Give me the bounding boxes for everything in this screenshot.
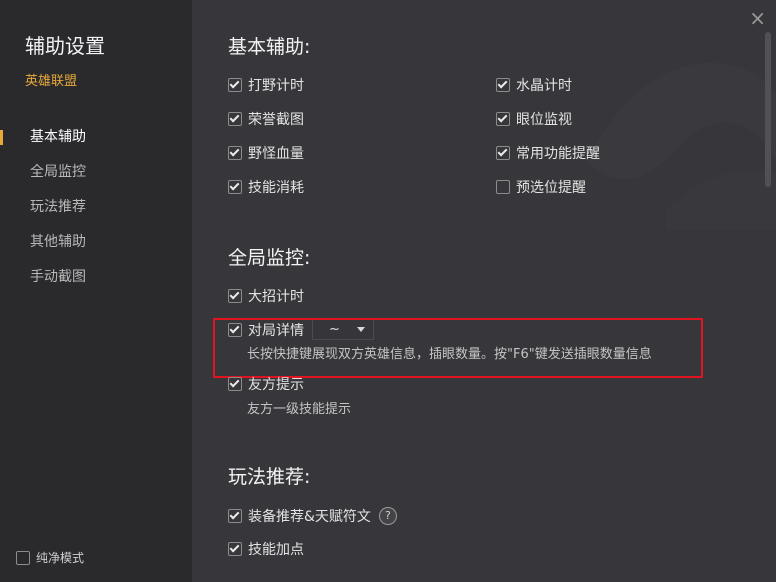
section-title-basic: 基本辅助: — [228, 36, 311, 58]
checkbox[interactable] — [496, 78, 510, 92]
option-label: 水晶计时 — [516, 78, 572, 94]
option-label: 技能消耗 — [248, 180, 304, 196]
option-label: 野怪血量 — [248, 146, 304, 162]
scrollbar[interactable] — [765, 32, 771, 577]
checkbox[interactable] — [228, 112, 242, 126]
sidebar-nav: 基本辅助 全局监控 玩法推荐 其他辅助 手动截图 — [0, 122, 192, 297]
checkbox[interactable] — [228, 78, 242, 92]
sidebar-item-recommend[interactable]: 玩法推荐 — [0, 192, 192, 227]
checkbox[interactable] — [228, 509, 242, 523]
option-jungle-timer[interactable]: 打野计时 — [228, 75, 304, 95]
pure-mode-label: 纯净模式 — [36, 551, 85, 565]
option-gear-runes[interactable]: 装备推荐&天赋符文 ? — [228, 506, 397, 526]
option-common-reminder[interactable]: 常用功能提醒 — [496, 143, 600, 163]
close-button[interactable]: × — [749, 8, 766, 28]
option-crystal-timer[interactable]: 水晶计时 — [496, 75, 572, 95]
option-label: 打野计时 — [248, 78, 304, 94]
background-swirl-icon — [586, 63, 776, 230]
checkbox[interactable] — [228, 377, 242, 391]
option-pick-reminder[interactable]: 预选位提醒 — [496, 177, 586, 197]
checkbox[interactable] — [496, 180, 510, 194]
checkbox[interactable] — [496, 146, 510, 160]
option-label: 友方提示 — [248, 377, 304, 393]
option-skill-cost[interactable]: 技能消耗 — [228, 177, 304, 197]
checkbox[interactable] — [496, 112, 510, 126]
help-icon[interactable]: ? — [378, 507, 397, 525]
sidebar-item-other[interactable]: 其他辅助 — [0, 227, 192, 262]
scrollbar-thumb[interactable] — [765, 32, 771, 187]
pure-mode-option[interactable]: 纯净模式 — [16, 549, 84, 566]
option-skill-points[interactable]: 技能加点 — [228, 539, 304, 559]
ally-hint-description: 友方一级技能提示 — [247, 402, 352, 417]
checkbox[interactable] — [228, 542, 242, 556]
option-label: 荣誉截图 — [248, 112, 304, 128]
highlight-box — [213, 318, 703, 378]
checkbox[interactable] — [228, 180, 242, 194]
settings-window: 辅助设置 英雄联盟 基本辅助 全局监控 玩法推荐 其他辅助 手动截图 纯净模式 … — [0, 0, 776, 582]
option-ally-hint[interactable]: 友方提示 — [228, 374, 304, 394]
sidebar-item-screenshot[interactable]: 手动截图 — [0, 262, 192, 297]
checkbox[interactable] — [228, 289, 242, 303]
option-monster-health[interactable]: 野怪血量 — [228, 143, 304, 163]
section-title-recommend: 玩法推荐: — [228, 466, 311, 488]
option-honor-screenshot[interactable]: 荣誉截图 — [228, 109, 304, 129]
option-ult-timer[interactable]: 大招计时 — [228, 286, 304, 306]
option-label: 装备推荐&天赋符文 — [248, 509, 371, 525]
checkbox[interactable] — [228, 146, 242, 160]
option-label: 常用功能提醒 — [516, 146, 600, 162]
option-label: 大招计时 — [248, 289, 304, 305]
sidebar: 辅助设置 英雄联盟 基本辅助 全局监控 玩法推荐 其他辅助 手动截图 纯净模式 — [0, 0, 192, 582]
main-panel: × 基本辅助: 打野计时 荣誉截图 野怪血量 技能消耗 水晶计时 眼位监视 常用… — [192, 0, 776, 582]
option-label: 技能加点 — [248, 542, 304, 558]
option-ward-monitor[interactable]: 眼位监视 — [496, 109, 572, 129]
section-title-monitor: 全局监控: — [228, 247, 311, 269]
pure-mode-checkbox[interactable] — [16, 550, 30, 565]
option-label: 眼位监视 — [516, 112, 572, 128]
game-name: 英雄联盟 — [25, 74, 78, 89]
sidebar-item-basic[interactable]: 基本辅助 — [0, 122, 192, 157]
sidebar-title: 辅助设置 — [25, 34, 105, 58]
option-label: 预选位提醒 — [516, 180, 586, 196]
sidebar-item-monitor[interactable]: 全局监控 — [0, 157, 192, 192]
